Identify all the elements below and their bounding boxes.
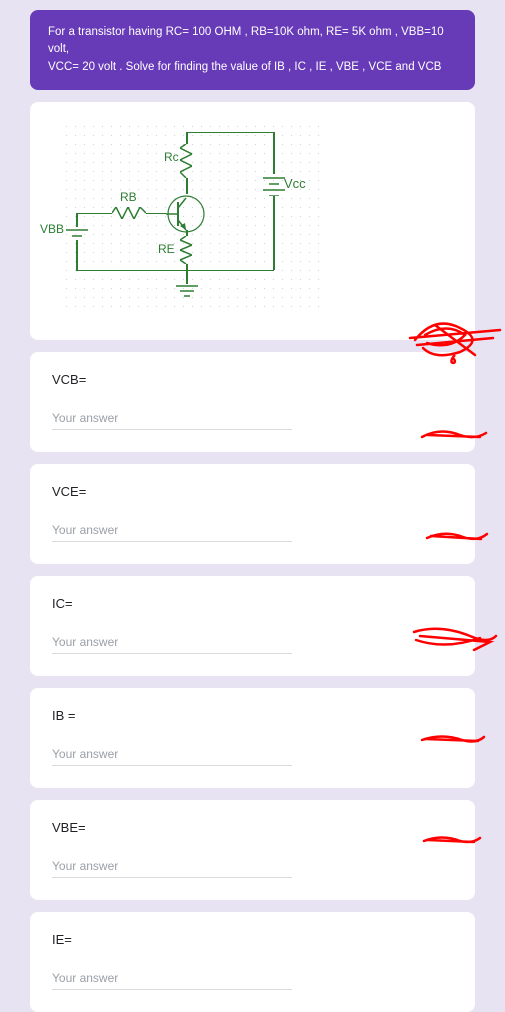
question-label: IB = bbox=[52, 708, 453, 723]
circuit-image-card: Rc Vcc bbox=[30, 102, 475, 340]
question-label: IE= bbox=[52, 932, 453, 947]
resistor-re-icon bbox=[180, 236, 192, 264]
label-re: RE bbox=[158, 242, 175, 256]
circuit-diagram: Rc Vcc bbox=[62, 122, 322, 312]
question-card-ib: IB = bbox=[30, 688, 475, 788]
label-rc: Rc bbox=[164, 150, 179, 164]
question-header: For a transistor having RC= 100 OHM , RB… bbox=[30, 10, 475, 90]
question-card-ie: IE= bbox=[30, 912, 475, 1012]
label-rb: RB bbox=[120, 190, 137, 204]
answer-input-vce[interactable] bbox=[52, 521, 292, 542]
question-card-vbe: VBE= bbox=[30, 800, 475, 900]
question-label: VCB= bbox=[52, 372, 453, 387]
answer-input-vcb[interactable] bbox=[52, 409, 292, 430]
question-card-vcb: VCB= bbox=[30, 352, 475, 452]
answer-input-ic[interactable] bbox=[52, 633, 292, 654]
header-line1: For a transistor having RC= 100 OHM , RB… bbox=[48, 26, 444, 55]
label-vcc: Vcc bbox=[284, 176, 306, 191]
question-card-ic: IC= bbox=[30, 576, 475, 676]
header-line2: VCC= 20 volt . Solve for finding the val… bbox=[48, 61, 441, 73]
question-label: VCE= bbox=[52, 484, 453, 499]
answer-input-ib[interactable] bbox=[52, 745, 292, 766]
question-label: VBE= bbox=[52, 820, 453, 835]
form-container: For a transistor having RC= 100 OHM , RB… bbox=[0, 0, 505, 1012]
question-label: IC= bbox=[52, 596, 453, 611]
ground-icon bbox=[176, 284, 198, 303]
resistor-rb-icon bbox=[112, 207, 146, 219]
question-card-vce: VCE= bbox=[30, 464, 475, 564]
resistor-rc-icon bbox=[180, 144, 192, 178]
answer-input-vbe[interactable] bbox=[52, 857, 292, 878]
label-vbb: VBB bbox=[40, 222, 64, 236]
answer-input-ie[interactable] bbox=[52, 969, 292, 990]
